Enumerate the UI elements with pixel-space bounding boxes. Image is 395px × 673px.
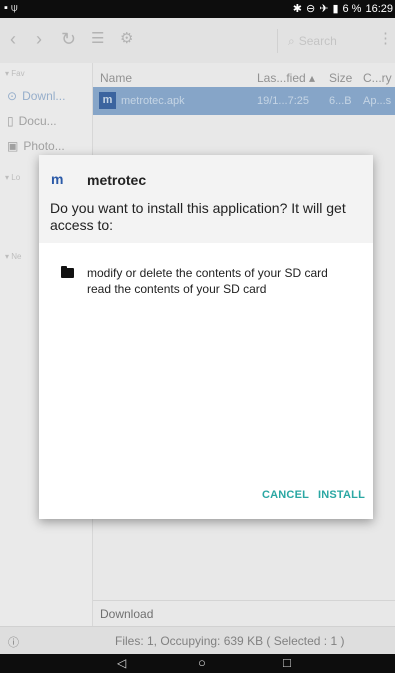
install-button[interactable]: INSTALL <box>318 489 365 501</box>
clock: 16:29 <box>365 2 393 15</box>
status-notification-icons: ▪ ⍦ <box>4 2 18 14</box>
permission-item: read the contents of your SD card <box>87 282 267 296</box>
permissions-list: modify or delete the contents of your SD… <box>87 265 328 297</box>
cancel-button[interactable]: CANCEL <box>262 489 309 501</box>
dialog-header: m metrotec Do you want to install this a… <box>39 155 373 243</box>
airplane-icon: ✈ <box>319 3 329 15</box>
app-name: metrotec <box>87 172 147 188</box>
status-bar: ▪ ⍦ ✱ ⊖ ✈ ▮ 6 % 16:29 <box>0 0 395 18</box>
bluetooth-icon: ✱ <box>292 3 302 15</box>
install-question: Do you want to install this application?… <box>50 200 346 233</box>
nav-back-icon[interactable]: ◁ <box>117 656 126 670</box>
folder-icon <box>61 266 74 278</box>
app-icon: m <box>51 171 64 187</box>
dnd-icon: ⊖ <box>306 3 316 15</box>
battery-icon: ▮ <box>332 3 339 15</box>
nav-recents-icon[interactable]: □ <box>283 655 291 670</box>
battery-percent: 6 % <box>342 2 362 15</box>
navigation-bar: ◁ ○ □ <box>0 654 395 673</box>
status-right: ✱ ⊖ ✈ ▮ 6 % 16:29 <box>292 2 393 16</box>
install-dialog: m metrotec Do you want to install this a… <box>39 155 373 519</box>
nav-home-icon[interactable]: ○ <box>198 655 206 670</box>
permission-item: modify or delete the contents of your SD… <box>87 266 328 280</box>
